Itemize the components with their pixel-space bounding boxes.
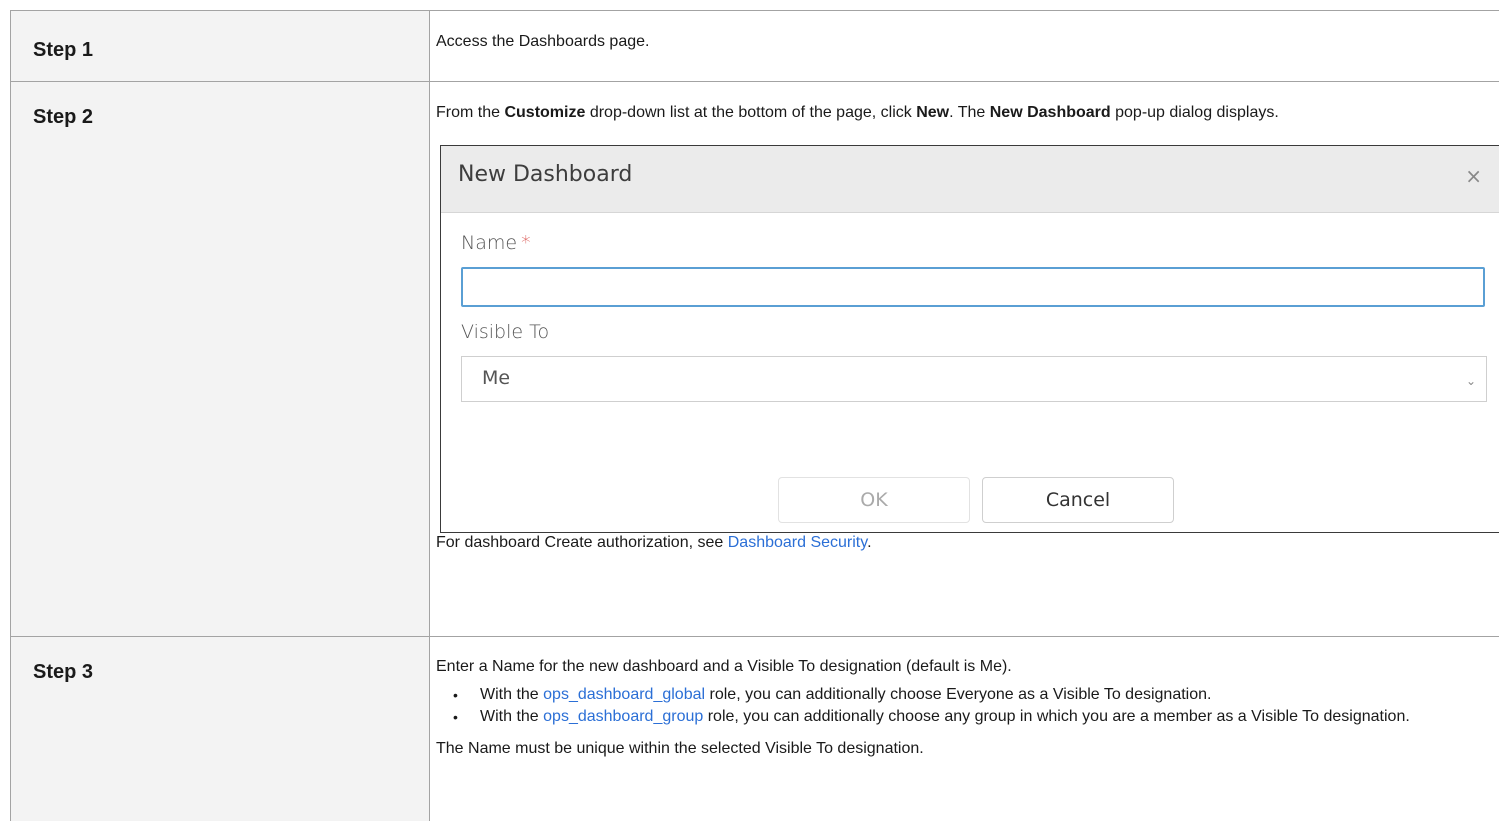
bullet-list: • With the ops_dashboard_global role, you… (436, 685, 1495, 727)
bullet: • (453, 687, 458, 703)
name-input[interactable] (461, 267, 1485, 307)
step-cell: Step 3 (10, 636, 430, 821)
visible-to-label: Visible To (461, 321, 550, 343)
name-label: Name * (461, 232, 531, 254)
close-icon[interactable]: × (1465, 166, 1482, 186)
step-cell: Step 2 (10, 81, 430, 637)
ok-button[interactable]: OK (778, 477, 970, 523)
chevron-down-icon: ⌄ (1465, 374, 1476, 388)
bold-term: Customize (504, 104, 586, 121)
step-row-3: Step 3 Enter a Name for the new dashboar… (10, 636, 1499, 821)
step-row-2: Step 2 From the Customize drop-down list… (10, 81, 1499, 637)
visible-to-value: Me (482, 367, 511, 389)
bullet: • (453, 709, 458, 725)
step-text: Enter a Name for the new dashboard and a… (436, 658, 1012, 675)
step-text: The Name must be unique within the selec… (436, 740, 924, 757)
step-text: From the Customize drop-down list at the… (436, 104, 1279, 121)
bold-term: New (916, 104, 950, 121)
step-text: Access the Dashboards page. (436, 33, 650, 50)
step-label: Step 2 (33, 106, 94, 128)
ops-dashboard-group-link[interactable]: ops_dashboard_group (543, 708, 703, 725)
cancel-button[interactable]: Cancel (982, 477, 1174, 523)
step-label: Step 1 (33, 39, 94, 61)
step-content: From the Customize drop-down list at the… (429, 81, 1499, 637)
step-row-1: Step 1 Access the Dashboards page. (10, 10, 1499, 82)
list-item: • With the ops_dashboard_group role, you … (453, 708, 1410, 725)
list-item: • With the ops_dashboard_global role, you… (453, 686, 1212, 703)
step-content: Enter a Name for the new dashboard and a… (429, 636, 1499, 821)
steps-table: Step 1 Access the Dashboards page. Step … (10, 10, 1499, 821)
dialog-header: New Dashboard × (441, 146, 1499, 213)
new-dashboard-dialog: New Dashboard × Name * Visible To Me ⌄ OK… (440, 145, 1499, 533)
step-label: Step 3 (33, 661, 94, 683)
dashboard-security-link[interactable]: Dashboard Security (728, 534, 867, 551)
ops-dashboard-global-link[interactable]: ops_dashboard_global (543, 686, 705, 703)
step-text: For dashboard Create authorization, see … (436, 534, 872, 551)
step-content: Access the Dashboards page. (429, 10, 1499, 82)
step-cell: Step 1 (10, 10, 430, 82)
dialog-title: New Dashboard (458, 162, 633, 187)
bold-term: New Dashboard (989, 104, 1111, 121)
visible-to-select[interactable]: Me ⌄ (461, 356, 1487, 402)
required-asterisk: * (521, 232, 531, 254)
